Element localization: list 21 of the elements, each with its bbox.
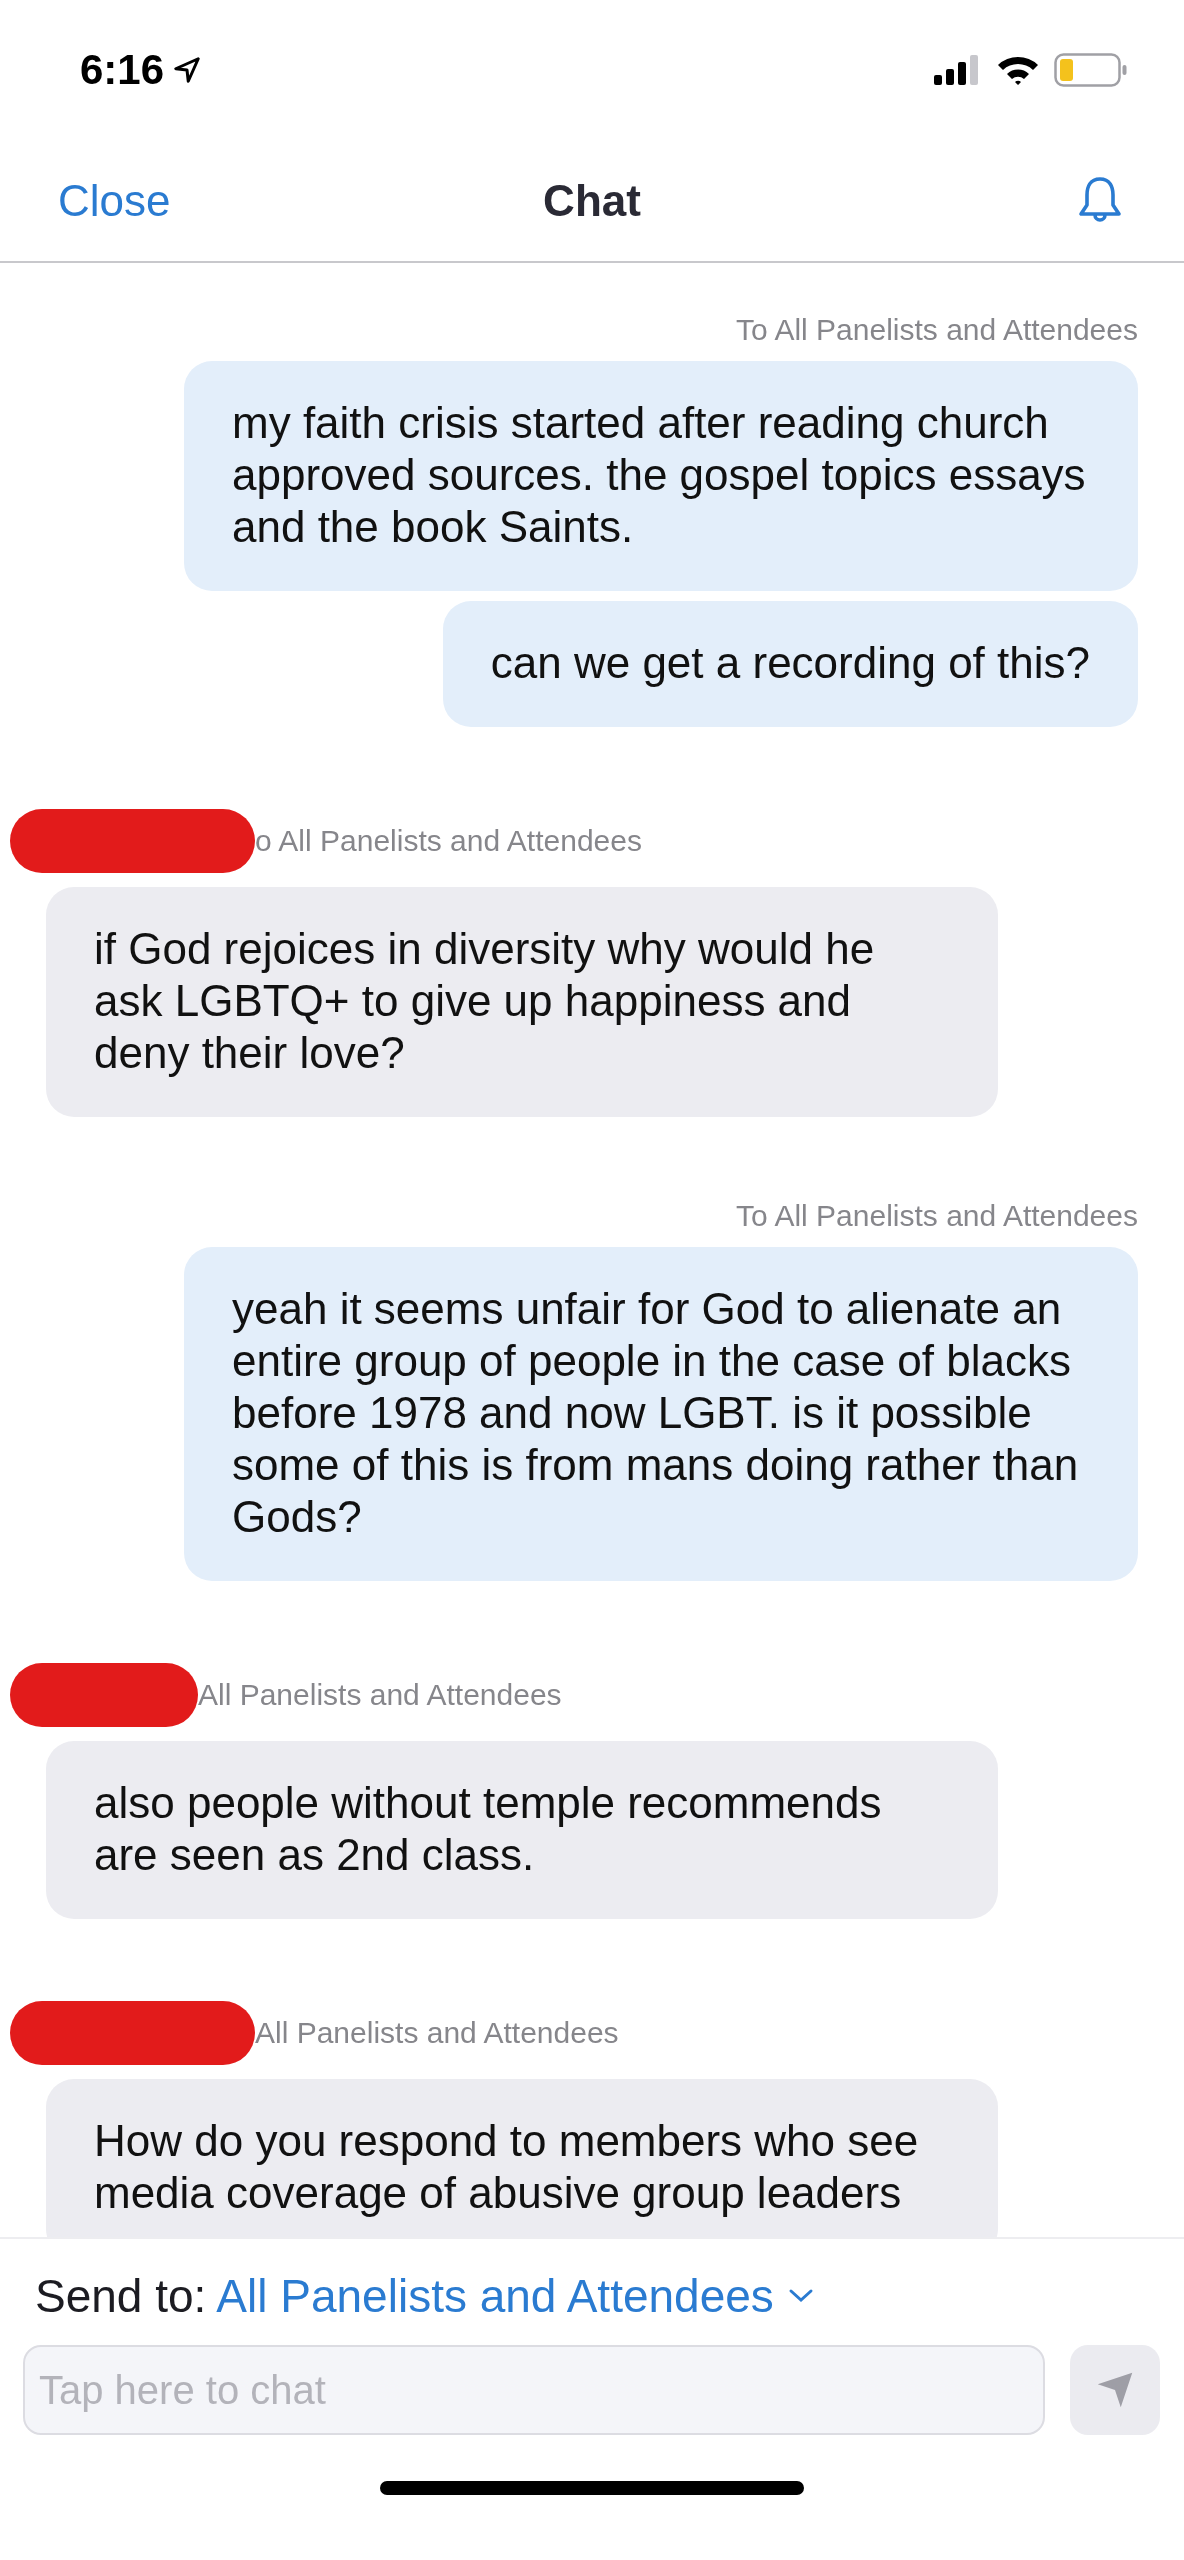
battery-icon	[1054, 53, 1128, 87]
message-bubble: if God rejoices in diversity why would he ask LGBTQ+ to give up happiness and deny their love?	[46, 887, 998, 1117]
status-time: 6:16	[80, 46, 165, 94]
send-to-label: Send to:	[35, 2269, 207, 2323]
message-bubble: can we get a recording of this?	[442, 601, 1138, 727]
recipient-label: o All Panelists and Attendees	[255, 824, 642, 858]
chat-input-field[interactable]: Tap here to chat	[23, 2345, 1045, 2435]
wifi-icon	[996, 54, 1040, 86]
recipient-label: To All Panelists and Attendees	[736, 313, 1138, 347]
message-bubble: yeah it seems unfair for God to alienate an entire group of people in the case of blacks before 1978 and now LGBT. is it possible some of this is from mans doing rather than Gods?	[184, 1247, 1138, 1581]
recipient-label: All Panelists and Attendees	[255, 2016, 619, 2050]
recipient-label: All Panelists and Attendees	[198, 1678, 562, 1712]
message-bubble: How do you respond to members who see media coverage of abusive group leaders	[46, 2079, 998, 2237]
message-bubble: my faith crisis started after reading church approved sources. the gospel topics essays and the book Saints.	[184, 361, 1138, 591]
message-bubble: also people without temple recommends are seen as 2nd class.	[46, 1741, 998, 1919]
close-button[interactable]: Close	[58, 175, 171, 226]
chat-title: Chat	[543, 175, 641, 225]
recipient-label: To All Panelists and Attendees	[736, 1199, 1138, 1233]
recipient-dropdown[interactable]: All Panelists and Attendees	[216, 2269, 814, 2323]
location-arrow-icon	[172, 55, 203, 85]
chevron-down-icon	[787, 2288, 814, 2304]
